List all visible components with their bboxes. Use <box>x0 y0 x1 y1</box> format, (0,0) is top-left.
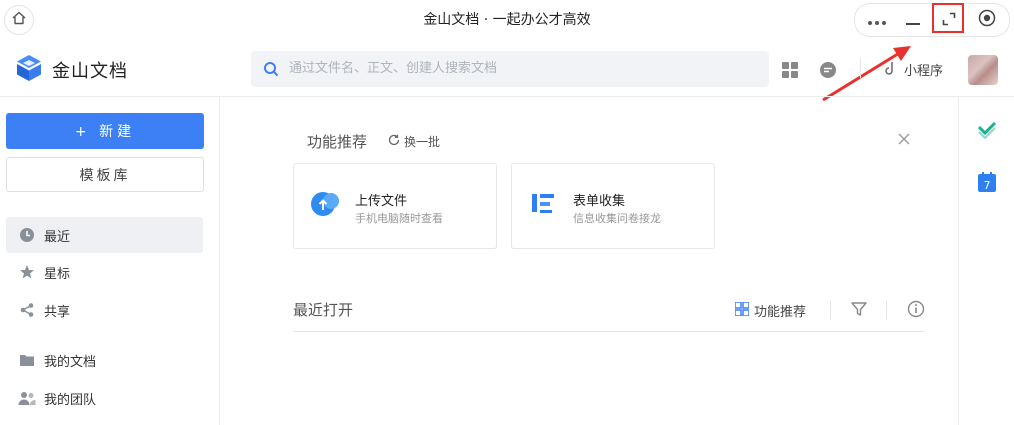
search-placeholder: 通过文件名、正文、创建人搜索文档 <box>289 61 498 76</box>
feature-card-form[interactable]: 表单收集 信息收集问卷接龙 <box>511 163 715 249</box>
avatar[interactable] <box>968 55 998 85</box>
grid-icon <box>734 300 750 320</box>
more-icon <box>867 11 887 30</box>
new-button[interactable]: + 新建 <box>6 113 204 149</box>
highlight-box <box>932 3 964 33</box>
sidebar-item-my-docs[interactable]: 我的文档 <box>6 342 203 378</box>
template-library-button[interactable]: 模板库 <box>6 157 204 192</box>
minimize-button[interactable] <box>897 4 929 36</box>
sidebar-item-shared[interactable]: 共享 <box>6 292 203 328</box>
feature-recommend-button[interactable]: 功能推荐 <box>734 300 807 320</box>
close-icon[interactable] <box>896 131 912 147</box>
header-divider <box>860 58 861 78</box>
card-subtitle: 手机电脑随时查看 <box>355 212 443 225</box>
form-icon <box>530 191 560 221</box>
star-icon <box>18 263 36 281</box>
record-icon <box>978 9 996 31</box>
sidebar-item-label: 星标 <box>44 266 71 282</box>
sidebar-item-label: 我的文档 <box>44 354 97 370</box>
sidebar-item-my-team[interactable]: 我的团队 <box>6 380 203 416</box>
clock-icon <box>18 226 36 244</box>
recommend-title: 功能推荐 <box>307 133 368 151</box>
more-button[interactable] <box>861 4 893 36</box>
app-logo-icon <box>16 54 42 82</box>
sidebar-item-starred[interactable]: 星标 <box>6 254 203 290</box>
record-button[interactable] <box>971 4 1003 36</box>
refresh-label: 换一批 <box>404 135 441 149</box>
calendar-icon[interactable]: 7 <box>978 172 996 196</box>
folder-icon <box>18 351 36 369</box>
sidebar-item-label: 共享 <box>44 304 71 320</box>
mini-program-label: 小程序 <box>904 64 944 79</box>
feature-recommend-label: 功能推荐 <box>754 305 807 320</box>
filter-icon[interactable] <box>851 301 867 321</box>
todo-check-icon[interactable] <box>977 121 997 143</box>
team-icon <box>18 389 36 407</box>
sidebar-item-recent[interactable]: 最近 <box>6 217 203 253</box>
message-icon[interactable] <box>818 60 838 80</box>
minimize-icon <box>906 11 920 30</box>
card-title: 表单收集 <box>573 194 626 209</box>
info-icon[interactable] <box>907 300 925 322</box>
search-icon <box>263 61 279 81</box>
recent-divider <box>293 331 924 332</box>
apps-icon[interactable] <box>780 60 800 80</box>
refresh-button[interactable]: 换一批 <box>388 133 440 150</box>
sidebar-item-label: 最近 <box>44 229 71 245</box>
mini-program-icon <box>884 60 900 80</box>
feature-card-upload[interactable]: 上传文件 手机电脑随时查看 <box>293 163 497 249</box>
separator <box>886 301 887 319</box>
search-input[interactable]: 通过文件名、正文、创建人搜索文档 <box>251 51 769 87</box>
cloud-upload-icon <box>309 188 341 222</box>
refresh-icon <box>388 134 400 149</box>
recent-title: 最近打开 <box>293 301 354 319</box>
card-title: 上传文件 <box>355 194 408 209</box>
separator <box>830 301 831 319</box>
share-icon <box>18 301 36 319</box>
card-subtitle: 信息收集问卷接龙 <box>573 212 661 225</box>
svg-text:7: 7 <box>984 179 991 192</box>
right-rail: 7 <box>958 97 1014 425</box>
sidebar: + 新建 模板库 最近 星标 共享 我的文档 我的团队 <box>0 97 220 425</box>
app-name: 金山文档 <box>52 61 128 82</box>
sidebar-item-label: 我的团队 <box>44 392 97 408</box>
